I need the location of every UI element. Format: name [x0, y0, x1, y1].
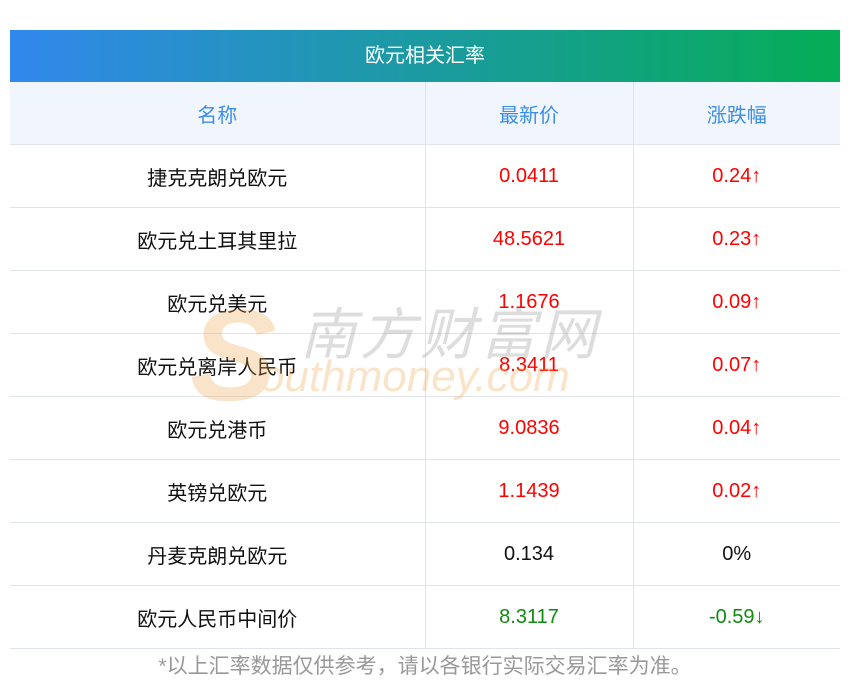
- currency-pair-name[interactable]: 欧元兑美元: [10, 270, 426, 334]
- change-percent: 0.23↑: [633, 207, 840, 271]
- change-percent: -0.59↓: [633, 585, 840, 649]
- table-row[interactable]: 英镑兑欧元 1.1439 0.02↑: [10, 459, 840, 523]
- change-percent: 0.24↑: [633, 144, 840, 208]
- currency-pair-name[interactable]: 欧元兑港币: [10, 396, 426, 460]
- currency-pair-name[interactable]: 英镑兑欧元: [10, 459, 426, 523]
- latest-price: 9.0836: [425, 396, 634, 460]
- table-row[interactable]: 欧元兑美元 1.1676 0.09↑: [10, 270, 840, 334]
- change-percent: 0.04↑: [633, 396, 840, 460]
- latest-price: 0.134: [425, 522, 634, 586]
- header-price: 最新价: [425, 82, 634, 145]
- exchange-rate-table-card: 欧元相关汇率 名称 最新价 涨跌幅 捷克克朗兑欧元 0.0411 0.24↑ 欧元…: [10, 30, 840, 649]
- currency-pair-name[interactable]: 丹麦克朗兑欧元: [10, 522, 426, 586]
- latest-price: 0.0411: [425, 144, 634, 208]
- change-percent: 0.09↑: [633, 270, 840, 334]
- change-percent: 0.07↑: [633, 333, 840, 397]
- table-row[interactable]: 欧元兑港币 9.0836 0.04↑: [10, 396, 840, 460]
- table-row[interactable]: 捷克克朗兑欧元 0.0411 0.24↑: [10, 144, 840, 208]
- table-row[interactable]: 丹麦克朗兑欧元 0.134 0%: [10, 522, 840, 586]
- latest-price: 8.3411: [425, 333, 634, 397]
- disclaimer-note: *以上汇率数据仅供参考，请以各银行实际交易汇率为准。: [158, 655, 692, 678]
- currency-pair-name[interactable]: 欧元兑土耳其里拉: [10, 207, 426, 271]
- change-percent: 0%: [633, 522, 840, 586]
- currency-pair-name[interactable]: 欧元人民币中间价: [10, 585, 426, 649]
- header-name: 名称: [10, 82, 426, 145]
- latest-price: 48.5621: [425, 207, 634, 271]
- table-row[interactable]: 欧元兑离岸人民币 8.3411 0.07↑: [10, 333, 840, 397]
- table-title: 欧元相关汇率: [10, 30, 840, 82]
- latest-price: 8.3117: [425, 585, 634, 649]
- table-row[interactable]: 欧元兑土耳其里拉 48.5621 0.23↑: [10, 207, 840, 271]
- currency-pair-name[interactable]: 捷克克朗兑欧元: [10, 144, 426, 208]
- exchange-rate-table: 名称 最新价 涨跌幅 捷克克朗兑欧元 0.0411 0.24↑ 欧元兑土耳其里拉 …: [10, 82, 840, 649]
- latest-price: 1.1439: [425, 459, 634, 523]
- header-change: 涨跌幅: [633, 82, 840, 145]
- currency-pair-name[interactable]: 欧元兑离岸人民币: [10, 333, 426, 397]
- change-percent: 0.02↑: [633, 459, 840, 523]
- table-row[interactable]: 欧元人民币中间价 8.3117 -0.59↓: [10, 585, 840, 649]
- latest-price: 1.1676: [425, 270, 634, 334]
